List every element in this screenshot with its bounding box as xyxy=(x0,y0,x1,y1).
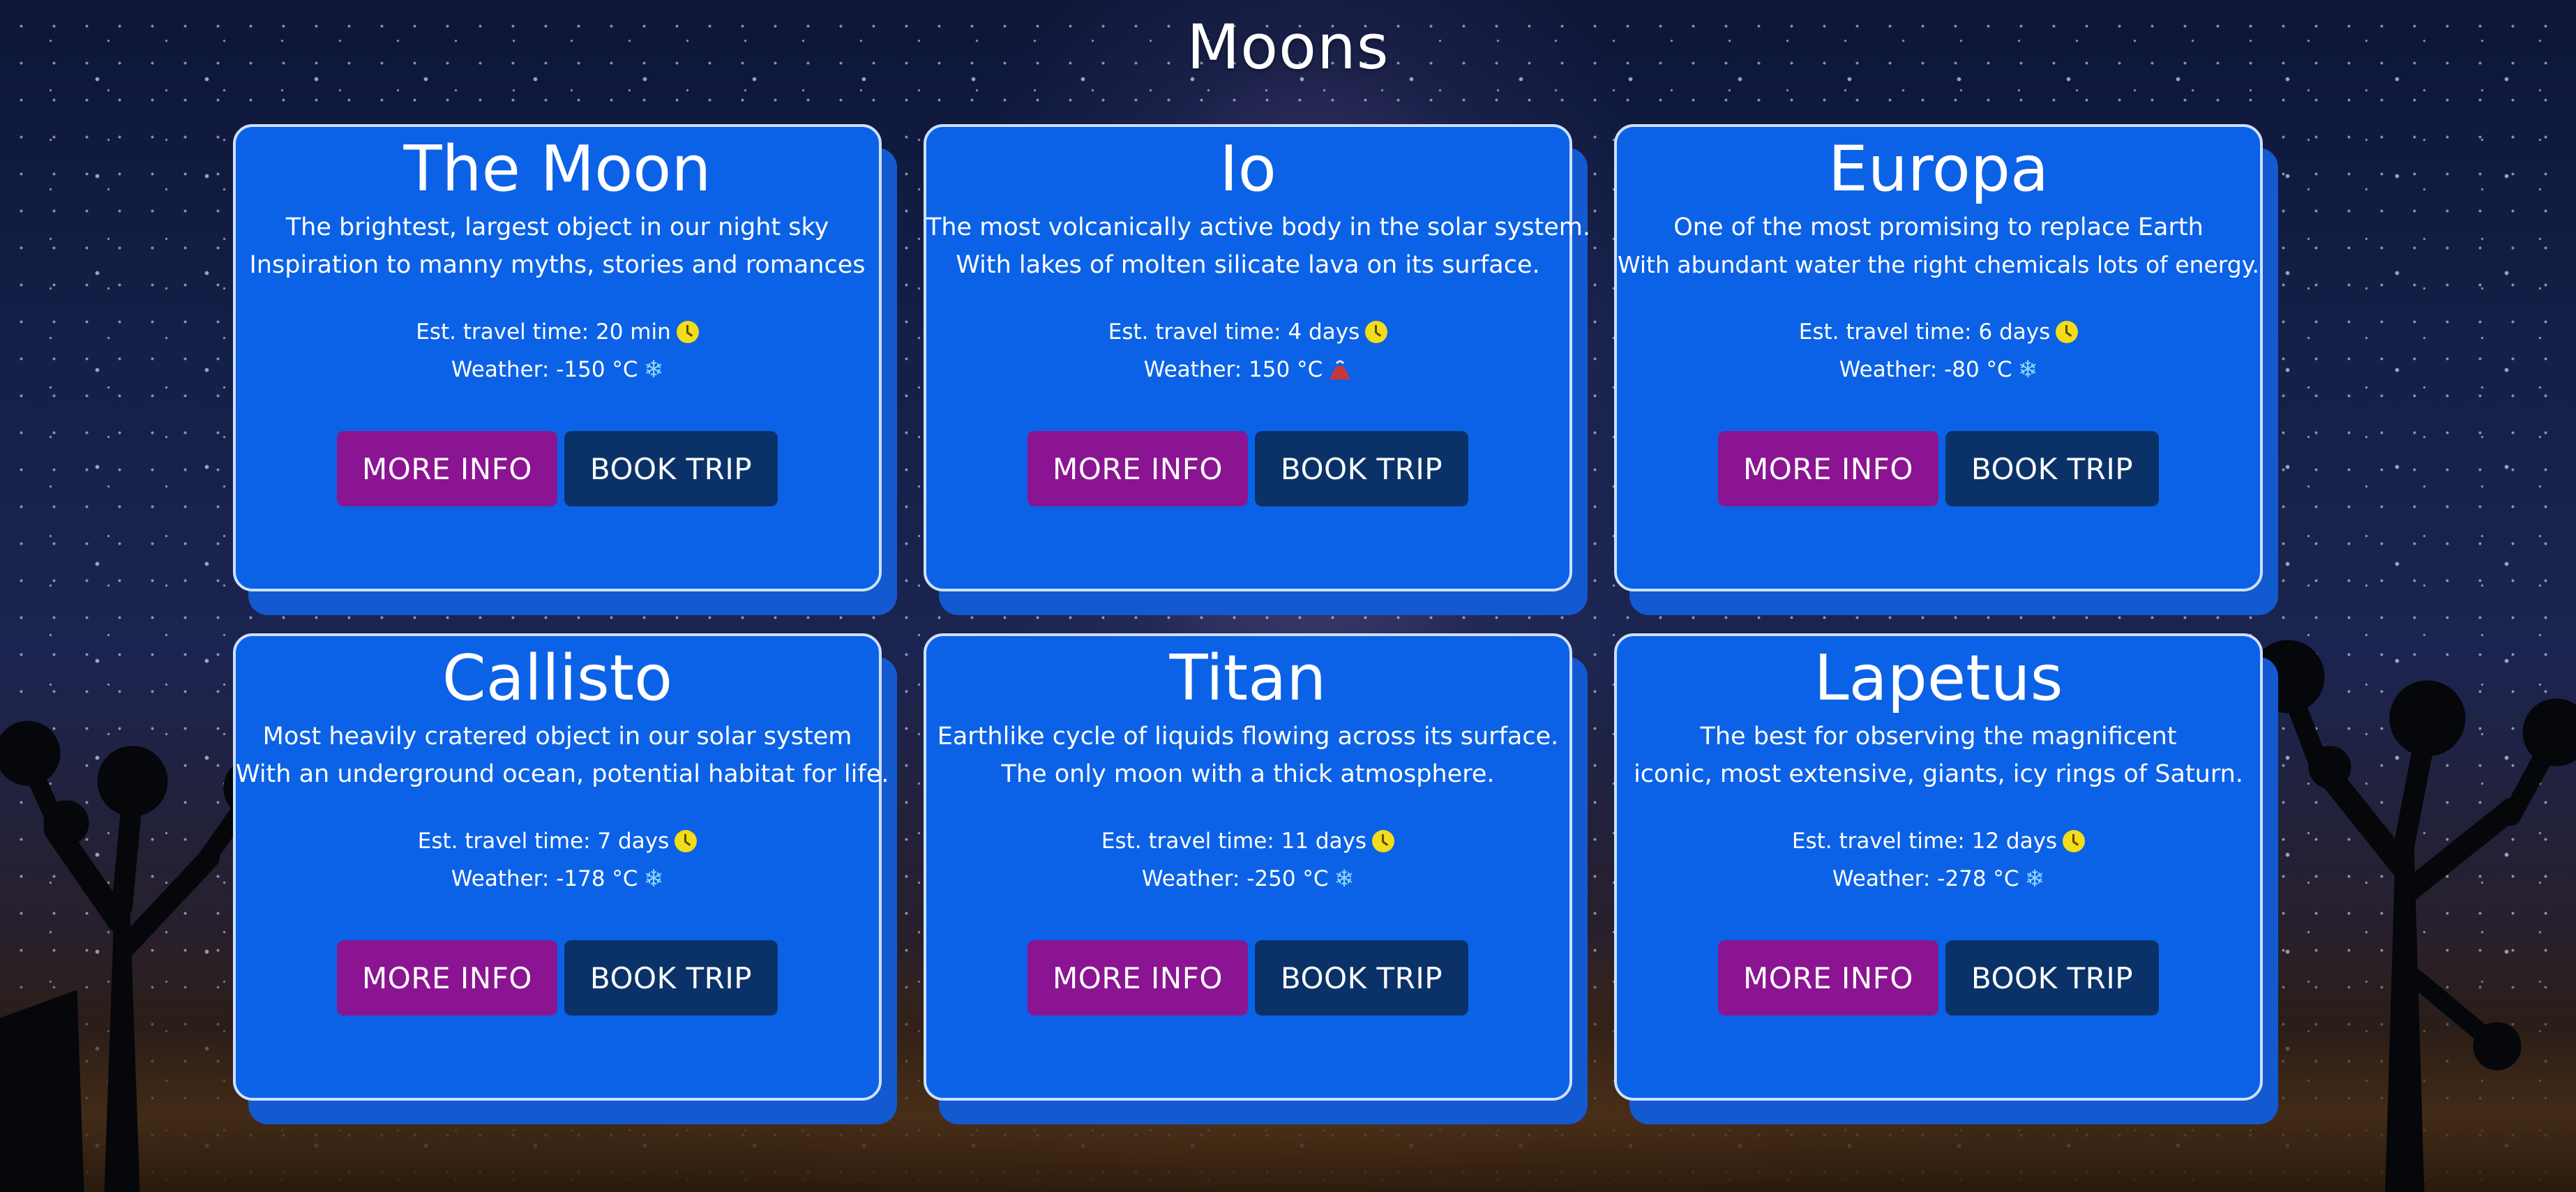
weather-row: Weather: -178 °C ❄ xyxy=(236,860,879,898)
moon-description: Earthlike cycle of liquids flowing acros… xyxy=(926,718,1569,793)
weather-row: Weather: -150 °C ❄ xyxy=(236,351,879,388)
travel-time-text: Est. travel time: 12 days xyxy=(1791,828,2058,854)
weather-text: Weather: 150 °C xyxy=(1143,356,1323,382)
description-line: With an underground ocean, potential hab… xyxy=(236,760,889,788)
more-info-button[interactable]: MORE INFO xyxy=(1718,940,1938,1016)
description-line: With abundant water the right chemicals … xyxy=(1617,250,2260,278)
moon-description: One of the most promising to replace Ear… xyxy=(1617,209,2260,284)
moon-meta: Est. travel time: 4 days Weather: 150 °C xyxy=(926,313,1569,388)
weather-row: Weather: -278 °C ❄ xyxy=(1617,860,2260,898)
moon-card-io: Io The most volcanically active body in … xyxy=(924,124,1591,591)
moon-meta: Est. travel time: 12 days Weather: -278 … xyxy=(1617,822,2260,898)
moon-card-callisto: Callisto Most heavily cratered object in… xyxy=(233,633,889,1101)
travel-time-row: Est. travel time: 7 days xyxy=(236,822,879,860)
travel-time-row: Est. travel time: 4 days xyxy=(926,313,1569,351)
more-info-button[interactable]: MORE INFO xyxy=(1027,431,1248,506)
page-title: Moons xyxy=(1187,11,1389,83)
more-info-button[interactable]: MORE INFO xyxy=(337,940,557,1016)
moon-card-europa: Europa One of the most promising to repl… xyxy=(1614,124,2263,591)
weather-text: Weather: -178 °C xyxy=(451,866,638,891)
moon-name: Europa xyxy=(1828,133,2049,206)
moon-card-titan: Titan Earthlike cycle of liquids flowing… xyxy=(924,633,1572,1101)
book-trip-button[interactable]: BOOK TRIP xyxy=(564,940,778,1016)
joshua-tree-right xyxy=(2251,640,2576,1192)
travel-time-text: Est. travel time: 6 days xyxy=(1798,319,2051,345)
moon-name: Lapetus xyxy=(1814,642,2063,715)
book-trip-button[interactable]: BOOK TRIP xyxy=(1255,940,1468,1016)
weather-row: Weather: -250 °C ❄ xyxy=(926,860,1569,898)
moon-description: Most heavily cratered object in our sola… xyxy=(236,718,889,793)
travel-time-text: Est. travel time: 20 min xyxy=(416,319,671,345)
description-line: Earthlike cycle of liquids flowing acros… xyxy=(937,722,1559,750)
snowflake-icon: ❄ xyxy=(1334,864,1355,893)
moon-description: The brightest, largest object in our nig… xyxy=(236,209,879,284)
clock-icon xyxy=(1365,320,1388,343)
book-trip-button[interactable]: BOOK TRIP xyxy=(1945,940,2159,1016)
clock-icon xyxy=(2063,829,2086,852)
more-info-button[interactable]: MORE INFO xyxy=(337,431,557,506)
moon-description: The best for observing the magnificent i… xyxy=(1617,718,2260,793)
description-line: iconic, most extensive, giants, icy ring… xyxy=(1634,760,2243,788)
description-line: Most heavily cratered object in our sola… xyxy=(262,722,852,750)
moon-meta: Est. travel time: 7 days Weather: -178 °… xyxy=(236,822,879,898)
clock-icon xyxy=(2056,320,2079,343)
book-trip-button[interactable]: BOOK TRIP xyxy=(1945,431,2159,506)
snowflake-icon: ❄ xyxy=(2024,864,2045,893)
travel-time-row: Est. travel time: 12 days xyxy=(1617,822,2260,860)
travel-time-row: Est. travel time: 11 days xyxy=(926,822,1569,860)
card-actions: MORE INFO BOOK TRIP xyxy=(236,940,879,1016)
travel-time-row: Est. travel time: 6 days xyxy=(1617,313,2260,351)
description-line: The only moon with a thick atmosphere. xyxy=(1001,760,1495,788)
travel-time-text: Est. travel time: 11 days xyxy=(1101,828,1367,854)
description-line: One of the most promising to replace Ear… xyxy=(1673,213,2204,241)
weather-text: Weather: -80 °C xyxy=(1839,356,2012,382)
weather-text: Weather: -150 °C xyxy=(451,356,638,382)
snowflake-icon: ❄ xyxy=(2017,355,2038,384)
volcano-icon xyxy=(1330,360,1351,379)
card-actions: MORE INFO BOOK TRIP xyxy=(1617,431,2260,506)
snowflake-icon: ❄ xyxy=(643,355,664,384)
card-actions: MORE INFO BOOK TRIP xyxy=(1617,940,2260,1016)
travel-time-text: Est. travel time: 7 days xyxy=(417,828,670,854)
book-trip-button[interactable]: BOOK TRIP xyxy=(564,431,778,506)
book-trip-button[interactable]: BOOK TRIP xyxy=(1255,431,1468,506)
moon-name: Callisto xyxy=(442,642,673,715)
clock-icon xyxy=(676,320,699,343)
clock-icon xyxy=(675,829,698,852)
moon-name: Io xyxy=(1219,133,1276,206)
description-line: The most volcanically active body in the… xyxy=(926,213,1591,241)
more-info-button[interactable]: MORE INFO xyxy=(1027,940,1248,1016)
weather-row: Weather: -80 °C ❄ xyxy=(1617,351,2260,388)
card-actions: MORE INFO BOOK TRIP xyxy=(236,431,879,506)
card-actions: MORE INFO BOOK TRIP xyxy=(926,940,1569,1016)
moon-name: The Moon xyxy=(403,133,711,206)
description-line: The brightest, largest object in our nig… xyxy=(285,213,829,241)
more-info-button[interactable]: MORE INFO xyxy=(1718,431,1938,506)
description-line: With lakes of molten silicate lava on it… xyxy=(956,250,1540,279)
moon-meta: Est. travel time: 20 min Weather: -150 °… xyxy=(236,313,879,388)
weather-text: Weather: -250 °C xyxy=(1141,866,1329,891)
description-line: The best for observing the magnificent xyxy=(1700,722,2177,750)
moon-meta: Est. travel time: 11 days Weather: -250 … xyxy=(926,822,1569,898)
moon-name: Titan xyxy=(1169,642,1327,715)
moon-card-lapetus: Lapetus The best for observing the magni… xyxy=(1614,633,2263,1101)
travel-time-row: Est. travel time: 20 min xyxy=(236,313,879,351)
card-actions: MORE INFO BOOK TRIP xyxy=(926,431,1569,506)
clock-icon xyxy=(1372,829,1395,852)
moon-card-grid: The Moon The brightest, largest object i… xyxy=(233,124,2263,1101)
description-line: Inspiration to manny myths, stories and … xyxy=(249,250,866,279)
moon-meta: Est. travel time: 6 days Weather: -80 °C… xyxy=(1617,313,2260,388)
travel-time-text: Est. travel time: 4 days xyxy=(1108,319,1360,345)
moon-card-the-moon: The Moon The brightest, largest object i… xyxy=(233,124,882,591)
snowflake-icon: ❄ xyxy=(643,864,664,893)
weather-row: Weather: 150 °C xyxy=(926,351,1569,388)
moon-description: The most volcanically active body in the… xyxy=(926,209,1591,284)
weather-text: Weather: -278 °C xyxy=(1832,866,2019,891)
